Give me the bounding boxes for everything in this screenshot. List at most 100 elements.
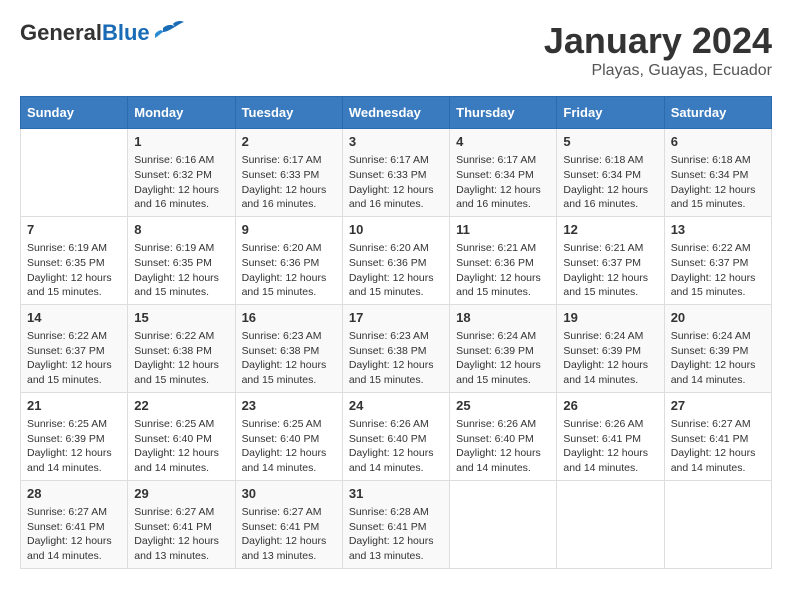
day-info: Sunrise: 6:22 AM Sunset: 6:37 PM Dayligh… xyxy=(27,329,121,388)
day-info: Sunrise: 6:18 AM Sunset: 6:34 PM Dayligh… xyxy=(671,153,765,212)
calendar-cell: 16 Sunrise: 6:23 AM Sunset: 6:38 PM Dayli… xyxy=(235,304,342,392)
day-number: 9 xyxy=(242,221,336,239)
day-info: Sunrise: 6:25 AM Sunset: 6:40 PM Dayligh… xyxy=(134,417,228,476)
day-info: Sunrise: 6:25 AM Sunset: 6:40 PM Dayligh… xyxy=(242,417,336,476)
day-info: Sunrise: 6:17 AM Sunset: 6:34 PM Dayligh… xyxy=(456,153,550,212)
calendar-week-row: 21 Sunrise: 6:25 AM Sunset: 6:39 PM Dayli… xyxy=(21,392,772,480)
day-number: 3 xyxy=(349,133,443,151)
day-number: 26 xyxy=(563,397,657,415)
day-number: 10 xyxy=(349,221,443,239)
calendar-week-row: 28 Sunrise: 6:27 AM Sunset: 6:41 PM Dayli… xyxy=(21,480,772,568)
calendar-cell: 26 Sunrise: 6:26 AM Sunset: 6:41 PM Dayli… xyxy=(557,392,664,480)
day-info: Sunrise: 6:24 AM Sunset: 6:39 PM Dayligh… xyxy=(671,329,765,388)
day-info: Sunrise: 6:19 AM Sunset: 6:35 PM Dayligh… xyxy=(27,241,121,300)
calendar-cell: 19Sunrise: 6:24 AM Sunset: 6:39 PM Dayli… xyxy=(557,304,664,392)
calendar-cell: 1Sunrise: 6:16 AM Sunset: 6:32 PM Daylig… xyxy=(128,129,235,217)
title-block: January 2024 Playas, Guayas, Ecuador xyxy=(544,20,772,80)
calendar-cell xyxy=(664,480,771,568)
day-number: 20 xyxy=(671,309,765,327)
day-info: Sunrise: 6:22 AM Sunset: 6:37 PM Dayligh… xyxy=(671,241,765,300)
day-info: Sunrise: 6:23 AM Sunset: 6:38 PM Dayligh… xyxy=(242,329,336,388)
calendar-cell xyxy=(557,480,664,568)
day-info: Sunrise: 6:27 AM Sunset: 6:41 PM Dayligh… xyxy=(242,505,336,564)
day-number: 2 xyxy=(242,133,336,151)
month-year-title: January 2024 xyxy=(544,20,772,62)
day-info: Sunrise: 6:27 AM Sunset: 6:41 PM Dayligh… xyxy=(134,505,228,564)
day-number: 31 xyxy=(349,485,443,503)
day-number: 11 xyxy=(456,221,550,239)
calendar-cell: 18 Sunrise: 6:24 AM Sunset: 6:39 PM Dayli… xyxy=(450,304,557,392)
day-number: 6 xyxy=(671,133,765,151)
day-number: 8 xyxy=(134,221,228,239)
day-number: 5 xyxy=(563,133,657,151)
calendar-cell: 29Sunrise: 6:27 AM Sunset: 6:41 PM Dayli… xyxy=(128,480,235,568)
day-info: Sunrise: 6:26 AM Sunset: 6:40 PM Dayligh… xyxy=(349,417,443,476)
calendar-cell: 24 Sunrise: 6:26 AM Sunset: 6:40 PM Dayli… xyxy=(342,392,449,480)
weekday-header-monday: Monday xyxy=(128,97,235,129)
calendar-cell: 20 Sunrise: 6:24 AM Sunset: 6:39 PM Dayli… xyxy=(664,304,771,392)
day-info: Sunrise: 6:27 AM Sunset: 6:41 PM Dayligh… xyxy=(671,417,765,476)
calendar-cell: 3 Sunrise: 6:17 AM Sunset: 6:33 PM Daylig… xyxy=(342,129,449,217)
weekday-header-friday: Friday xyxy=(557,97,664,129)
calendar-week-row: 7 Sunrise: 6:19 AM Sunset: 6:35 PM Daylig… xyxy=(21,216,772,304)
location-subtitle: Playas, Guayas, Ecuador xyxy=(544,62,772,80)
day-number: 7 xyxy=(27,221,121,239)
calendar-cell: 17 Sunrise: 6:23 AM Sunset: 6:38 PM Dayli… xyxy=(342,304,449,392)
calendar-cell: 15Sunrise: 6:22 AM Sunset: 6:38 PM Dayli… xyxy=(128,304,235,392)
calendar-cell: 11Sunrise: 6:21 AM Sunset: 6:36 PM Dayli… xyxy=(450,216,557,304)
calendar-cell: 6 Sunrise: 6:18 AM Sunset: 6:34 PM Daylig… xyxy=(664,129,771,217)
weekday-header-sunday: Sunday xyxy=(21,97,128,129)
calendar-cell: 4 Sunrise: 6:17 AM Sunset: 6:34 PM Daylig… xyxy=(450,129,557,217)
day-info: Sunrise: 6:16 AM Sunset: 6:32 PM Dayligh… xyxy=(134,153,228,212)
calendar-cell: 14 Sunrise: 6:22 AM Sunset: 6:37 PM Dayli… xyxy=(21,304,128,392)
day-number: 18 xyxy=(456,309,550,327)
calendar-cell: 9 Sunrise: 6:20 AM Sunset: 6:36 PM Daylig… xyxy=(235,216,342,304)
day-number: 30 xyxy=(242,485,336,503)
calendar-cell: 22 Sunrise: 6:25 AM Sunset: 6:40 PM Dayli… xyxy=(128,392,235,480)
calendar-cell: 7 Sunrise: 6:19 AM Sunset: 6:35 PM Daylig… xyxy=(21,216,128,304)
day-number: 14 xyxy=(27,309,121,327)
day-number: 23 xyxy=(242,397,336,415)
calendar-cell: 21 Sunrise: 6:25 AM Sunset: 6:39 PM Dayli… xyxy=(21,392,128,480)
day-info: Sunrise: 6:21 AM Sunset: 6:37 PM Dayligh… xyxy=(563,241,657,300)
calendar-cell: 27Sunrise: 6:27 AM Sunset: 6:41 PM Dayli… xyxy=(664,392,771,480)
day-info: Sunrise: 6:26 AM Sunset: 6:41 PM Dayligh… xyxy=(563,417,657,476)
calendar-cell: 10 Sunrise: 6:20 AM Sunset: 6:36 PM Dayli… xyxy=(342,216,449,304)
calendar-cell: 2Sunrise: 6:17 AM Sunset: 6:33 PM Daylig… xyxy=(235,129,342,217)
day-info: Sunrise: 6:26 AM Sunset: 6:40 PM Dayligh… xyxy=(456,417,550,476)
day-number: 21 xyxy=(27,397,121,415)
day-info: Sunrise: 6:20 AM Sunset: 6:36 PM Dayligh… xyxy=(242,241,336,300)
calendar-cell: 13 Sunrise: 6:22 AM Sunset: 6:37 PM Dayli… xyxy=(664,216,771,304)
weekday-header-thursday: Thursday xyxy=(450,97,557,129)
day-number: 13 xyxy=(671,221,765,239)
calendar-cell: 23 Sunrise: 6:25 AM Sunset: 6:40 PM Dayli… xyxy=(235,392,342,480)
logo-text: GeneralBlue xyxy=(20,20,150,46)
calendar-cell xyxy=(21,129,128,217)
day-info: Sunrise: 6:27 AM Sunset: 6:41 PM Dayligh… xyxy=(27,505,121,564)
weekday-header-saturday: Saturday xyxy=(664,97,771,129)
calendar-cell: 25Sunrise: 6:26 AM Sunset: 6:40 PM Dayli… xyxy=(450,392,557,480)
day-number: 17 xyxy=(349,309,443,327)
day-number: 16 xyxy=(242,309,336,327)
day-info: Sunrise: 6:23 AM Sunset: 6:38 PM Dayligh… xyxy=(349,329,443,388)
weekday-header-row: SundayMondayTuesdayWednesdayThursdayFrid… xyxy=(21,97,772,129)
logo-bird-icon xyxy=(153,20,185,42)
day-info: Sunrise: 6:20 AM Sunset: 6:36 PM Dayligh… xyxy=(349,241,443,300)
calendar-cell: 30 Sunrise: 6:27 AM Sunset: 6:41 PM Dayli… xyxy=(235,480,342,568)
calendar-week-row: 14 Sunrise: 6:22 AM Sunset: 6:37 PM Dayli… xyxy=(21,304,772,392)
day-number: 12 xyxy=(563,221,657,239)
day-number: 24 xyxy=(349,397,443,415)
calendar-cell: 12 Sunrise: 6:21 AM Sunset: 6:37 PM Dayli… xyxy=(557,216,664,304)
day-info: Sunrise: 6:22 AM Sunset: 6:38 PM Dayligh… xyxy=(134,329,228,388)
day-number: 22 xyxy=(134,397,228,415)
day-number: 28 xyxy=(27,485,121,503)
day-number: 4 xyxy=(456,133,550,151)
calendar-cell: 28 Sunrise: 6:27 AM Sunset: 6:41 PM Dayli… xyxy=(21,480,128,568)
day-info: Sunrise: 6:25 AM Sunset: 6:39 PM Dayligh… xyxy=(27,417,121,476)
page-header: GeneralBlue January 2024 Playas, Guayas,… xyxy=(20,20,772,80)
day-info: Sunrise: 6:24 AM Sunset: 6:39 PM Dayligh… xyxy=(456,329,550,388)
day-info: Sunrise: 6:19 AM Sunset: 6:35 PM Dayligh… xyxy=(134,241,228,300)
calendar-week-row: 1Sunrise: 6:16 AM Sunset: 6:32 PM Daylig… xyxy=(21,129,772,217)
day-info: Sunrise: 6:24 AM Sunset: 6:39 PM Dayligh… xyxy=(563,329,657,388)
day-info: Sunrise: 6:17 AM Sunset: 6:33 PM Dayligh… xyxy=(349,153,443,212)
